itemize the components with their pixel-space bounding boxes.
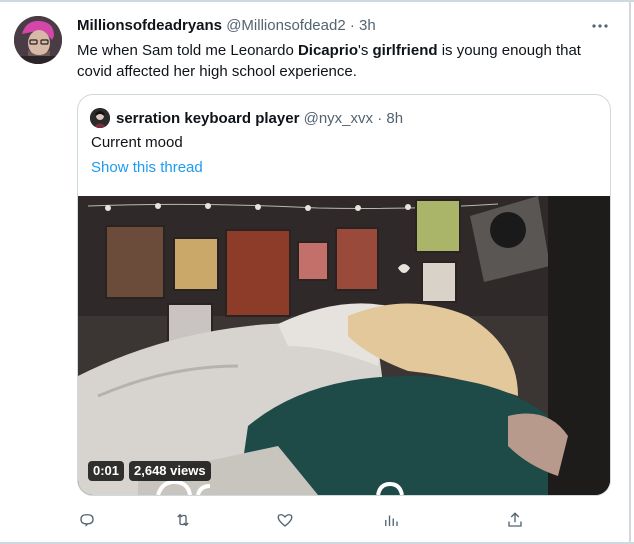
share-button[interactable] xyxy=(506,510,524,530)
tweet-text-highlight: girlfriend xyxy=(372,42,438,59)
like-button[interactable] xyxy=(276,510,302,530)
display-name[interactable]: Millionsofdeadryans xyxy=(77,17,222,34)
quote-header: serration keyboard player @nyx_xvx · 8h xyxy=(116,109,403,129)
tweet-text-part: 's xyxy=(357,42,373,59)
separator: · xyxy=(349,17,355,34)
handle[interactable]: @Millionsofdead2 xyxy=(226,17,345,34)
video-player[interactable] xyxy=(78,196,610,495)
frame-top-border xyxy=(0,0,634,2)
tweet-text-highlight: Dicaprio xyxy=(297,42,358,59)
video-frame xyxy=(78,196,610,495)
frame-right-border xyxy=(629,0,631,544)
quote-timestamp[interactable]: 8h xyxy=(386,110,403,127)
video-views-badge: 2,648 views xyxy=(129,461,211,481)
quote-avatar[interactable] xyxy=(90,108,110,128)
more-options-button[interactable] xyxy=(588,16,612,36)
like-icon xyxy=(277,514,293,527)
tweet-header: Millionsofdeadryans @Millionsofdead2 · 3… xyxy=(77,16,376,36)
views-icon xyxy=(385,515,398,526)
reply-icon xyxy=(80,514,94,527)
timestamp[interactable]: 3h xyxy=(359,17,376,34)
share-icon xyxy=(508,512,522,527)
more-icon xyxy=(592,24,608,28)
show-thread-link[interactable]: Show this thread xyxy=(91,158,203,178)
avatar[interactable] xyxy=(14,16,62,64)
retweet-icon xyxy=(177,513,189,527)
tweet-text-part: Me when Sam told me Leonardo xyxy=(77,42,298,59)
reply-button[interactable] xyxy=(78,510,96,530)
quote-separator: · xyxy=(377,110,383,127)
video-timestamp-badge: 0:01 xyxy=(88,461,125,481)
quote-text: Current mood xyxy=(91,134,183,151)
retweet-button[interactable] xyxy=(174,510,200,530)
views-button[interactable] xyxy=(382,510,408,530)
quote-tweet-card[interactable]: serration keyboard player @nyx_xvx · 8h … xyxy=(77,94,611,496)
quote-handle[interactable]: @nyx_xvx xyxy=(304,110,373,127)
tweet-text: Me when Sam told me Leonardo Dicaprio's … xyxy=(77,40,597,82)
quote-display-name[interactable]: serration keyboard player xyxy=(116,110,299,127)
